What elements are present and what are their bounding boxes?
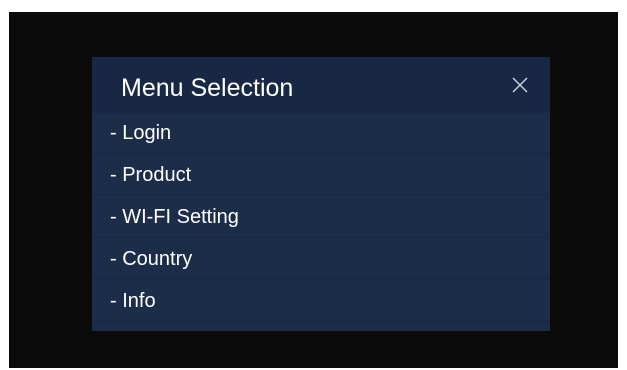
menu-item-label: - Country — [110, 248, 193, 270]
divider — [92, 152, 550, 154]
menu-list: - Login - Product - WI-FI Setting - Coun… — [92, 113, 550, 322]
divider — [92, 320, 550, 322]
menu-item-label: - WI-FI Setting — [110, 206, 239, 228]
divider — [92, 236, 550, 238]
menu-selection-dialog: Menu Selection - Login - Product - WI-FI… — [92, 57, 550, 331]
menu-item-info[interactable]: - Info — [92, 281, 550, 322]
menu-item-label: - Info — [110, 290, 156, 312]
dialog-header: Menu Selection — [92, 57, 550, 113]
menu-item-country[interactable]: - Country — [92, 239, 550, 280]
menu-item-product[interactable]: - Product — [92, 155, 550, 196]
device-screen: Menu Selection - Login - Product - WI-FI… — [9, 12, 618, 368]
divider — [92, 278, 550, 280]
dialog-title: Menu Selection — [121, 74, 294, 102]
divider — [92, 194, 550, 196]
menu-item-label: - Login — [110, 122, 172, 144]
close-button[interactable] — [504, 69, 536, 101]
menu-item-label: - Product — [110, 164, 192, 186]
menu-item-wifi-setting[interactable]: - WI-FI Setting — [92, 197, 550, 238]
close-icon — [512, 77, 528, 93]
menu-item-login[interactable]: - Login — [92, 113, 550, 154]
